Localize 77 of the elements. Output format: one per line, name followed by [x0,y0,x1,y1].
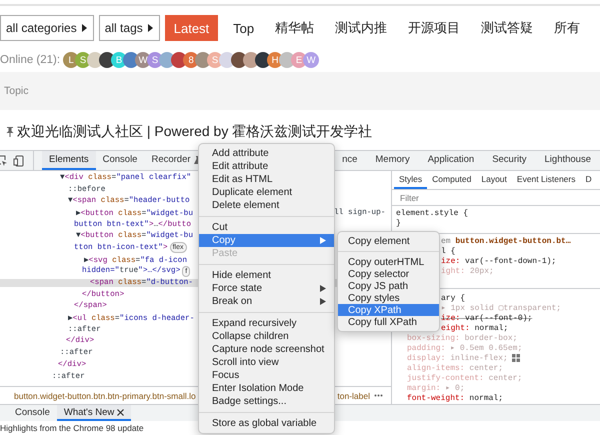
css-declaration: ize: var(--font-0); [441,314,532,324]
menu-item[interactable]: Scroll into view [199,356,334,369]
nav-tab[interactable]: 开源项目 [399,15,470,41]
menu-item[interactable]: Hide element [199,269,334,282]
styles-tab[interactable]: D [580,171,597,189]
css-source: em [441,237,451,247]
flexbox-editor-icon[interactable] [512,354,520,362]
whats-new-text: Highlights from the Chrome 98 update [0,423,144,433]
devtools-tab[interactable]: nce [333,151,366,170]
menu-item[interactable]: Copy element [338,235,439,247]
breadcrumb-path[interactable]: ton-label [337,390,370,400]
devtools-tab[interactable]: Elements [42,151,96,170]
pin-icon [6,127,14,137]
devtools-tab[interactable]: Lighthouse [536,151,600,170]
css-declaration: ▸ 1px solid ▢transparent; [441,304,562,314]
menu-item[interactable]: Copy styles [338,292,439,304]
submenu-arrow-icon [320,237,326,244]
nav-tab[interactable]: 测试内推 [326,15,396,41]
menu-item[interactable]: Edit attribute [199,160,334,173]
css-declaration: align-items: center; [407,364,504,374]
nav-tab[interactable]: 所有 [545,15,590,41]
filter-dropdown[interactable]: all categories [0,15,94,41]
css-declaration: box-sizing: border-box; [407,334,518,344]
nav-tab[interactable]: Latest [164,15,218,41]
online-label: Online (21): [0,54,60,66]
menu-item[interactable]: Capture node screenshot [199,343,334,356]
menu-item[interactable]: Duplicate element [199,186,334,199]
devtools-tab[interactable]: Security [483,151,536,170]
menu-item[interactable]: Copy XPath [338,304,439,316]
menu-item[interactable]: Copy selector [338,268,439,280]
css-brace: } [396,219,401,229]
css-selector: ary { [441,294,466,304]
menu-item[interactable]: Break on [199,295,334,308]
menu-item[interactable]: Badge settings... [199,395,334,408]
menu-item[interactable]: Copy outerHTML [338,256,439,268]
css-declaration: font-weight: normal; [407,394,504,404]
drawer-tab[interactable]: Console [8,405,57,421]
device-toolbar-icon[interactable] [13,154,25,166]
css-declaration: ight: 20px; [441,267,494,277]
topic-label: Topic [4,85,29,97]
styles-tab[interactable]: Computed [427,171,476,189]
menu-item[interactable]: Delete element [199,199,334,212]
drawer-tab[interactable]: What's New [56,405,132,421]
css-selector: l { [441,247,456,257]
devtools-tab[interactable]: Memory [366,151,419,170]
menu-item[interactable]: Store as global variable [199,417,334,430]
nav-tab[interactable]: 测试答疑 [472,15,542,41]
menu-item[interactable]: Copy full XPath [338,316,439,328]
styles-tab[interactable]: Layout [476,171,512,189]
menu-item[interactable]: Copy [199,234,334,247]
more-icon[interactable] [374,394,383,397]
caret-icon [82,24,87,32]
css-declaration: display: inline-flex; [407,354,520,364]
devtools-tab[interactable]: Console [96,151,144,170]
css-selector: element.style { [396,209,468,219]
css-declaration: justify-content: center; [407,374,522,384]
menu-item[interactable]: Collapse children [199,330,334,343]
styles-tab[interactable]: Event Listeners [512,171,580,189]
breadcrumb-path[interactable]: button.widget-button.btn.btn-primary.btn-small.lo [14,390,196,400]
nav-tab[interactable]: 精华帖 [266,15,324,41]
close-icon[interactable] [117,408,124,416]
menu-item[interactable]: Add attribute [199,147,334,160]
menu-item[interactable]: Focus [199,369,334,382]
menu-item[interactable]: Enter Isolation Mode [199,382,334,395]
menu-item[interactable]: Edit as HTML [199,173,334,186]
menu-item[interactable]: Cut [199,221,334,234]
devtools-tab[interactable]: Application [418,151,484,170]
menu-item[interactable]: Expand recursively [199,317,334,330]
css-declaration: padding: ▸ 0.5em 0.65em; [407,344,522,354]
filter-dropdown[interactable]: all tags [98,15,160,41]
nav-tab[interactable]: Top [224,15,264,41]
announcement-title[interactable]: 欢迎光临测试人社区 | Powered by 霍格沃兹测试开发学社 [17,123,372,141]
caret-icon [148,24,153,32]
css-declaration: ize: var(--font-down-1); [441,257,556,267]
css-declaration: eight: normal; [441,324,508,334]
css-selector: button.widget-button.bt… [455,237,571,247]
css-declaration: margin: ▸ 0; [407,384,465,394]
